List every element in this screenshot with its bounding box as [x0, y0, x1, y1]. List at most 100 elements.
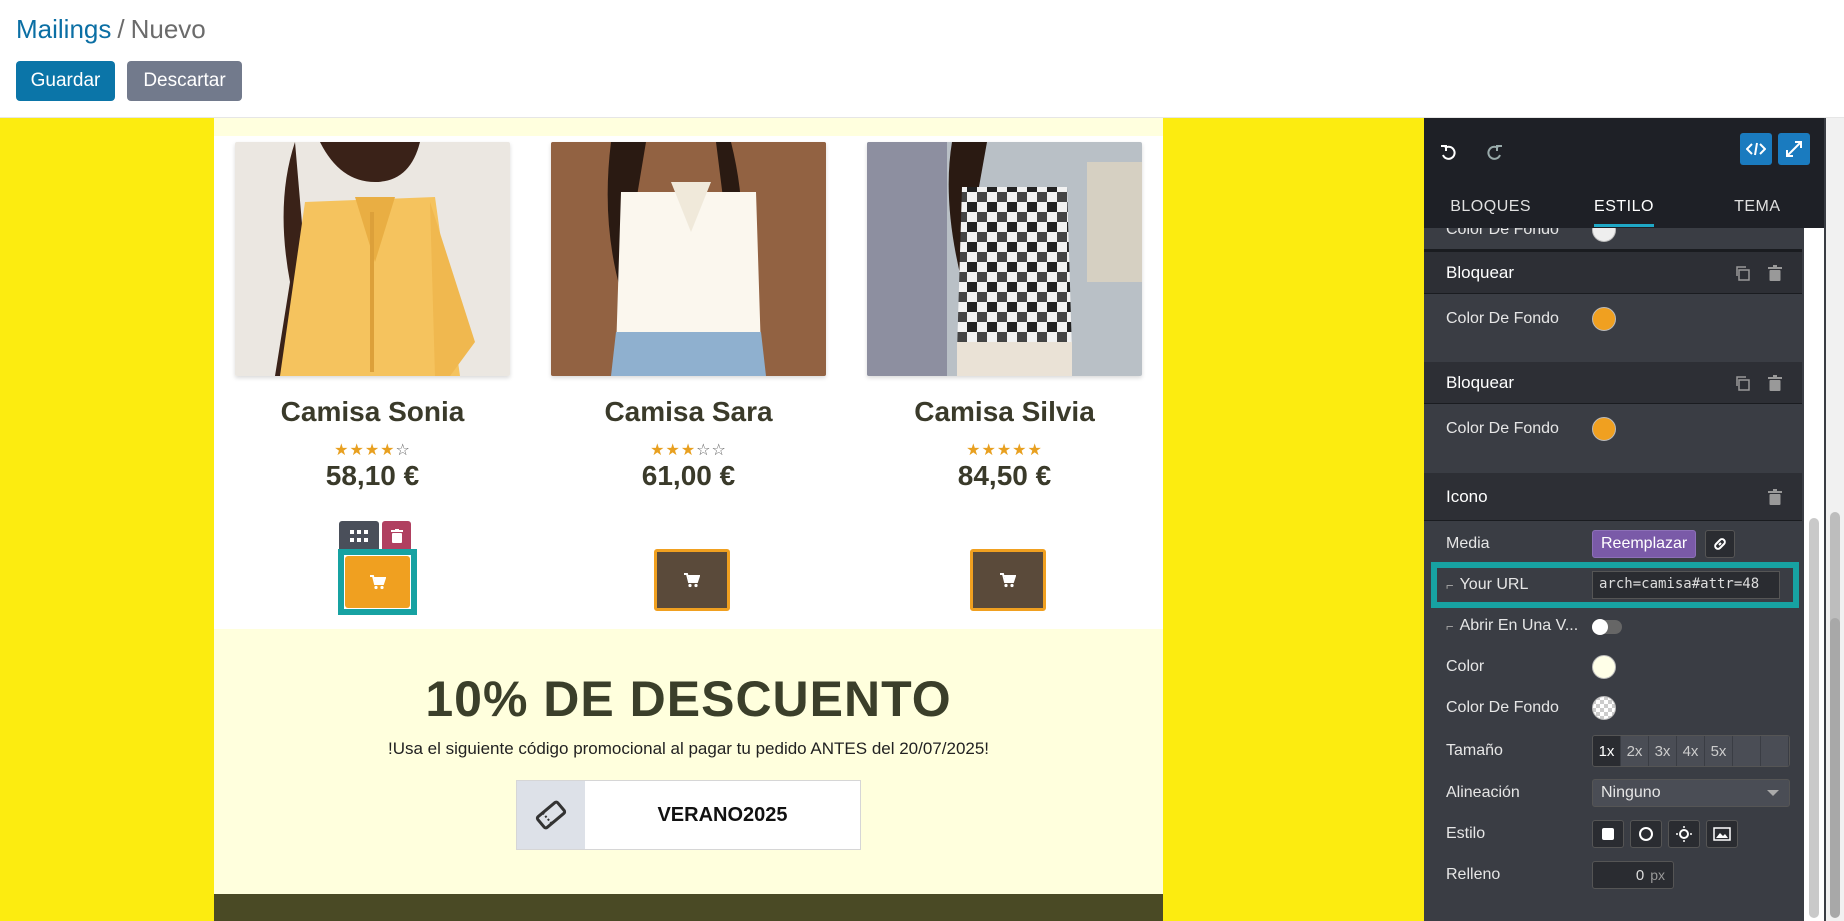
product-image[interactable]: [867, 142, 1142, 376]
product-image[interactable]: [551, 142, 826, 376]
url-input[interactable]: arch=camisa#attr=48: [1592, 571, 1780, 599]
product-rating: ★★★☆☆: [551, 440, 826, 460]
trash-icon[interactable]: [1768, 488, 1782, 505]
grid-icon: [350, 529, 368, 542]
page-scrollbar[interactable]: [1826, 118, 1844, 921]
color-swatch[interactable]: [1592, 228, 1616, 242]
color-swatch[interactable]: [1592, 307, 1616, 331]
product-card[interactable]: Camisa Sonia ★★★★☆ 58,10 €: [235, 142, 510, 492]
breadcrumb: Mailings / Nuevo: [16, 14, 206, 45]
product-card[interactable]: Camisa Silvia ★★★★★ 84,50 €: [867, 142, 1142, 492]
clone-icon[interactable]: [1734, 265, 1750, 281]
promo-headline: 10% DE DESCUENTO: [425, 671, 952, 727]
alignment-select[interactable]: Ninguno: [1592, 779, 1790, 807]
move-handle[interactable]: [339, 521, 379, 550]
square-style-button[interactable]: [1592, 820, 1624, 848]
option-label: Estilo: [1446, 825, 1486, 842]
option-row-bg-color: Color De Fondo: [1424, 688, 1802, 728]
product-name: Camisa Sara: [604, 396, 773, 427]
top-bar: Mailings / Nuevo Guardar Descartar: [0, 0, 1844, 118]
rating-stars-icon: ★★★★★: [966, 442, 1043, 459]
section-header[interactable]: Bloquear: [1424, 252, 1802, 294]
breadcrumb-separator: /: [117, 14, 125, 44]
tab-estilo[interactable]: ESTILO: [1557, 190, 1690, 228]
discard-button[interactable]: Descartar: [127, 61, 242, 101]
expand-icon: [1786, 141, 1802, 157]
option-row-url: ⌐ Your URL arch=camisa#attr=48: [1424, 565, 1802, 605]
shadow-style-button[interactable]: [1668, 820, 1700, 848]
option-label: Color De Fondo: [1446, 699, 1559, 716]
redo-button[interactable]: [1479, 138, 1509, 168]
options-scroll-area[interactable]: Color De Fondo Bloquear Color De Fondo B…: [1424, 228, 1824, 921]
product-card[interactable]: Camisa Sara ★★★☆☆ 61,00 €: [551, 142, 826, 492]
size-option[interactable]: 1x: [1593, 736, 1621, 766]
section-header[interactable]: Icono: [1424, 473, 1802, 521]
code-icon: [1746, 142, 1766, 156]
square-icon: [1602, 828, 1614, 840]
option-row: Color De Fondo: [1424, 405, 1802, 453]
add-to-cart-button[interactable]: [345, 556, 410, 608]
size-option[interactable]: [1733, 736, 1761, 766]
size-option[interactable]: 3x: [1649, 736, 1677, 766]
delete-snippet-button[interactable]: [382, 521, 411, 550]
link-button[interactable]: [1705, 530, 1735, 558]
option-row-size: Tamaño 1x 2x 3x 4x 5x: [1424, 731, 1802, 771]
trash-icon[interactable]: [1768, 264, 1782, 281]
size-option[interactable]: 4x: [1677, 736, 1705, 766]
tab-bloques[interactable]: BLOQUES: [1424, 190, 1557, 228]
rating-stars-icon: ★★★☆☆: [650, 442, 727, 459]
sun-icon: [1676, 826, 1692, 842]
option-row: Color De Fondo: [1424, 295, 1802, 343]
fullscreen-button[interactable]: [1778, 133, 1810, 165]
editor-panel: BLOQUES ESTILO TEMA Color De Fondo Bloqu…: [1424, 118, 1844, 921]
undo-icon: [1441, 145, 1456, 160]
new-window-toggle[interactable]: [1592, 619, 1622, 635]
option-row-padding: Relleno 0 px: [1424, 855, 1802, 895]
padding-input[interactable]: 0 px: [1592, 861, 1674, 889]
size-option[interactable]: 2x: [1621, 736, 1649, 766]
add-to-cart-button[interactable]: [654, 549, 730, 611]
color-swatch[interactable]: [1592, 417, 1616, 441]
trash-icon[interactable]: [1768, 374, 1782, 391]
chevron-down-icon: [1767, 790, 1779, 796]
breadcrumb-mailings-link[interactable]: Mailings: [16, 14, 111, 44]
product-name: Camisa Sonia: [280, 396, 465, 427]
section-header[interactable]: Bloquear: [1424, 362, 1802, 404]
product-name: Camisa Silvia: [914, 396, 1095, 427]
products-block[interactable]: Camisa Sonia ★★★★☆ 58,10 € Camisa Sara ★…: [214, 136, 1163, 629]
option-row-media: Media Reemplazar: [1424, 524, 1802, 564]
size-option[interactable]: 5x: [1705, 736, 1733, 766]
clone-icon[interactable]: [1734, 375, 1750, 391]
option-label: Abrir En Una V...: [1459, 617, 1579, 634]
trash-icon: [390, 528, 403, 543]
undo-button[interactable]: [1434, 138, 1464, 168]
email-body: Camisa Sonia ★★★★☆ 58,10 € Camisa Sara ★…: [214, 118, 1163, 921]
replace-media-button[interactable]: Reemplazar: [1592, 530, 1697, 558]
options-scrollbar[interactable]: [1804, 228, 1824, 921]
ticket-icon: [517, 781, 585, 849]
panel-tabs: BLOQUES ESTILO TEMA: [1424, 190, 1824, 228]
circle-style-button[interactable]: [1630, 820, 1662, 848]
size-option[interactable]: [1761, 736, 1789, 766]
product-image[interactable]: [235, 142, 510, 376]
tab-tema[interactable]: TEMA: [1691, 190, 1824, 228]
promo-block[interactable]: 10% DE DESCUENTO !Usa el siguiente códig…: [214, 629, 1163, 894]
product-rating: ★★★★☆: [235, 440, 510, 460]
option-label: Alineación: [1446, 784, 1520, 801]
color-swatch[interactable]: [1592, 696, 1616, 720]
image-icon: [1713, 827, 1731, 841]
coupon-box[interactable]: VERANO2025: [516, 780, 861, 850]
save-button[interactable]: Guardar: [16, 61, 115, 101]
color-swatch[interactable]: [1592, 655, 1616, 679]
option-label: Media: [1446, 535, 1490, 552]
option-label: Color: [1446, 658, 1485, 675]
add-to-cart-button[interactable]: [970, 549, 1046, 611]
promo-subtext: !Usa el siguiente código promocional al …: [387, 739, 990, 758]
style-button-group: [1592, 820, 1738, 848]
code-view-button[interactable]: [1740, 133, 1772, 165]
image-style-button[interactable]: [1706, 820, 1738, 848]
product-price: 84,50 €: [957, 460, 1052, 491]
option-row: Color De Fondo: [1424, 228, 1802, 250]
option-label: Tamaño: [1446, 742, 1503, 759]
cart-icon: [1000, 572, 1016, 587]
